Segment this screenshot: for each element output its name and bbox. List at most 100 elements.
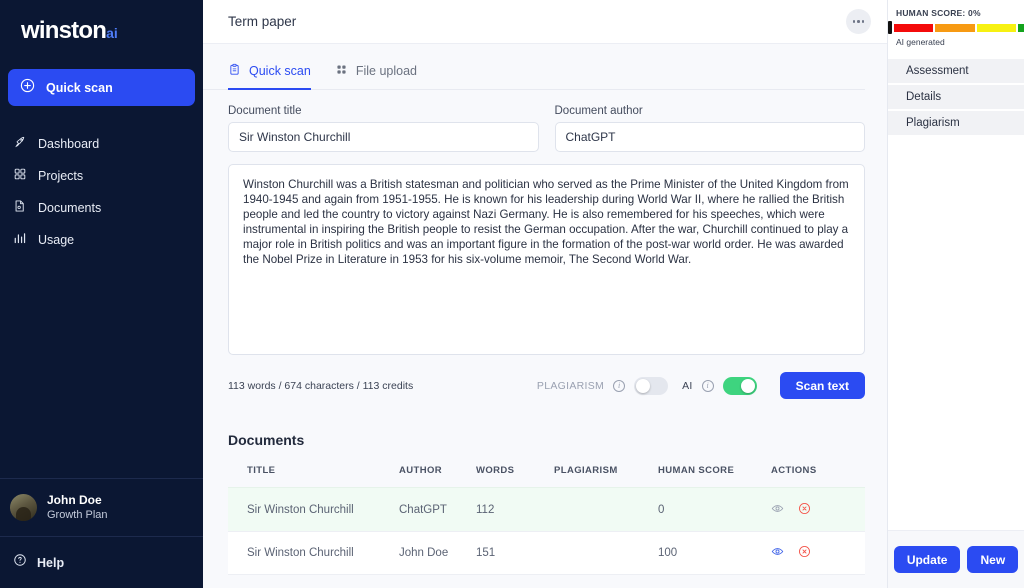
plagiarism-label: PLAGIARISM [536, 379, 605, 392]
document-author-input[interactable] [554, 122, 865, 152]
user-name: John Doe [47, 493, 102, 507]
logo-text: winston [21, 17, 107, 44]
logo-suffix: ai [106, 25, 118, 41]
table-header-row: TITLE AUTHOR WORDS PLAGIARISM HUMAN SCOR… [228, 465, 865, 487]
cell-author: John Doe [399, 547, 449, 559]
rocket-icon [13, 135, 27, 154]
new-button[interactable]: New [967, 546, 1019, 573]
delete-icon[interactable] [798, 502, 811, 518]
tab-label: Quick scan [249, 64, 311, 78]
column-header-title: TITLE [247, 465, 276, 476]
scan-controls: 113 words / 674 characters / 113 credits… [203, 360, 887, 399]
table-row[interactable]: Sir Winston Churchill John Doe 151 100 [228, 531, 865, 575]
tab-quick-scan[interactable]: Quick scan [228, 63, 311, 90]
plagiarism-toggle[interactable] [634, 376, 669, 395]
main-content: Term paper Quick scan File upload Docume… [203, 0, 888, 588]
quick-scan-label: Quick scan [46, 80, 113, 95]
cell-title: Sir Winston Churchill [247, 547, 354, 559]
score-marker [888, 21, 892, 34]
table-row[interactable]: Sir Winston Churchill ChatGPT 112 0 [228, 487, 865, 531]
delete-icon[interactable] [798, 545, 811, 561]
cell-words: 151 [476, 547, 496, 559]
app-root: winstonai Quick scan Dashboard Projects … [0, 0, 1024, 588]
document-icon [13, 199, 27, 218]
cell-human-score: 100 [658, 547, 678, 559]
column-header-actions: ACTIONS [771, 465, 817, 476]
results-sections: Assessment Details Plagiarism [888, 59, 1024, 137]
documents-table: TITLE AUTHOR WORDS PLAGIARISM HUMAN SCOR… [203, 465, 887, 575]
sidebar-item-label: Documents [38, 201, 102, 215]
panel-spacer [888, 137, 1024, 530]
tab-label: File upload [355, 64, 417, 78]
avatar [10, 494, 37, 521]
document-author-field: Document author [554, 105, 865, 152]
update-button[interactable]: Update [893, 546, 961, 573]
ai-toggle[interactable] [722, 376, 757, 395]
cell-author: ChatGPT [399, 503, 447, 516]
document-author-label: Document author [554, 105, 643, 117]
ai-info-icon[interactable]: i [701, 379, 714, 392]
clipboard-icon [228, 63, 241, 79]
human-score-block: HUMAN SCORE: 0% [888, 0, 1024, 18]
cell-title: Sir Winston Churchill [247, 503, 354, 516]
column-header-author: AUTHOR [399, 465, 443, 476]
column-header-human-score: HUMAN SCORE [658, 465, 735, 476]
column-header-words: WORDS [476, 465, 515, 476]
document-body-textarea[interactable] [228, 164, 865, 355]
human-score-label: HUMAN SCORE: 0% [896, 8, 981, 18]
panel-footer: Update New [888, 530, 1024, 588]
document-body-wrap [203, 152, 887, 360]
sidebar-item-documents[interactable]: Documents [0, 192, 203, 224]
sidebar-item-label: Dashboard [38, 137, 100, 151]
plus-circle-icon [20, 78, 35, 98]
score-segment-red [894, 23, 934, 32]
cell-actions [771, 502, 865, 518]
document-title-label: Document title [228, 105, 302, 117]
sidebar-item-projects[interactable]: Projects [0, 160, 203, 192]
sidebar: winstonai Quick scan Dashboard Projects … [0, 0, 203, 588]
ellipsis-icon[interactable] [846, 9, 871, 34]
tab-bar: Quick scan File upload [203, 44, 865, 90]
user-profile[interactable]: John Doe Growth Plan [0, 478, 203, 537]
cell-human-score: 0 [658, 503, 665, 516]
score-segment-green [1017, 23, 1024, 32]
sidebar-item-label: Projects [38, 169, 84, 183]
panel-item-assessment[interactable]: Assessment [888, 59, 1024, 85]
grid-icon [13, 167, 27, 186]
cell-actions [771, 545, 865, 561]
sidebar-item-usage[interactable]: Usage [0, 224, 203, 256]
scan-text-button[interactable]: Scan text [779, 372, 865, 399]
human-score-bar [888, 21, 1024, 34]
score-segment-orange [935, 23, 975, 32]
quick-scan-button[interactable]: Quick scan [8, 69, 195, 106]
topbar: Term paper [203, 0, 887, 44]
scan-controls-right: PLAGIARISM i AI i Scan text [537, 372, 865, 399]
sidebar-nav: Dashboard Projects Documents Usage [0, 128, 203, 256]
results-panel: HUMAN SCORE: 0% AI generated Assessment … [888, 0, 1024, 588]
tab-file-upload[interactable]: File upload [335, 63, 417, 90]
cell-words: 112 [476, 503, 495, 516]
document-title-input[interactable] [228, 122, 539, 152]
help-label: Help [37, 555, 65, 570]
plagiarism-info-icon[interactable]: i [613, 379, 626, 392]
score-segment-yellow [976, 23, 1016, 32]
view-icon[interactable] [771, 502, 784, 518]
question-circle-icon [13, 553, 27, 572]
page-title: Term paper [228, 14, 297, 29]
column-header-plagiarism: PLAGIARISM [554, 465, 618, 476]
document-meta-form: Document title Document author [203, 90, 887, 152]
ai-label: AI [682, 379, 693, 392]
word-count-label: 113 words / 674 characters / 113 credits [228, 379, 414, 392]
panel-item-plagiarism[interactable]: Plagiarism [888, 111, 1024, 137]
bar-chart-icon [13, 231, 27, 250]
document-title-field: Document title [228, 105, 539, 152]
logo: winstonai [0, 0, 203, 62]
documents-heading: Documents [228, 432, 305, 448]
help-button[interactable]: Help [0, 537, 203, 588]
user-plan: Growth Plan [47, 509, 108, 521]
view-icon[interactable] [771, 545, 784, 561]
panel-item-details[interactable]: Details [888, 85, 1024, 111]
grid-dots-icon [335, 63, 348, 79]
sidebar-item-dashboard[interactable]: Dashboard [0, 128, 203, 160]
